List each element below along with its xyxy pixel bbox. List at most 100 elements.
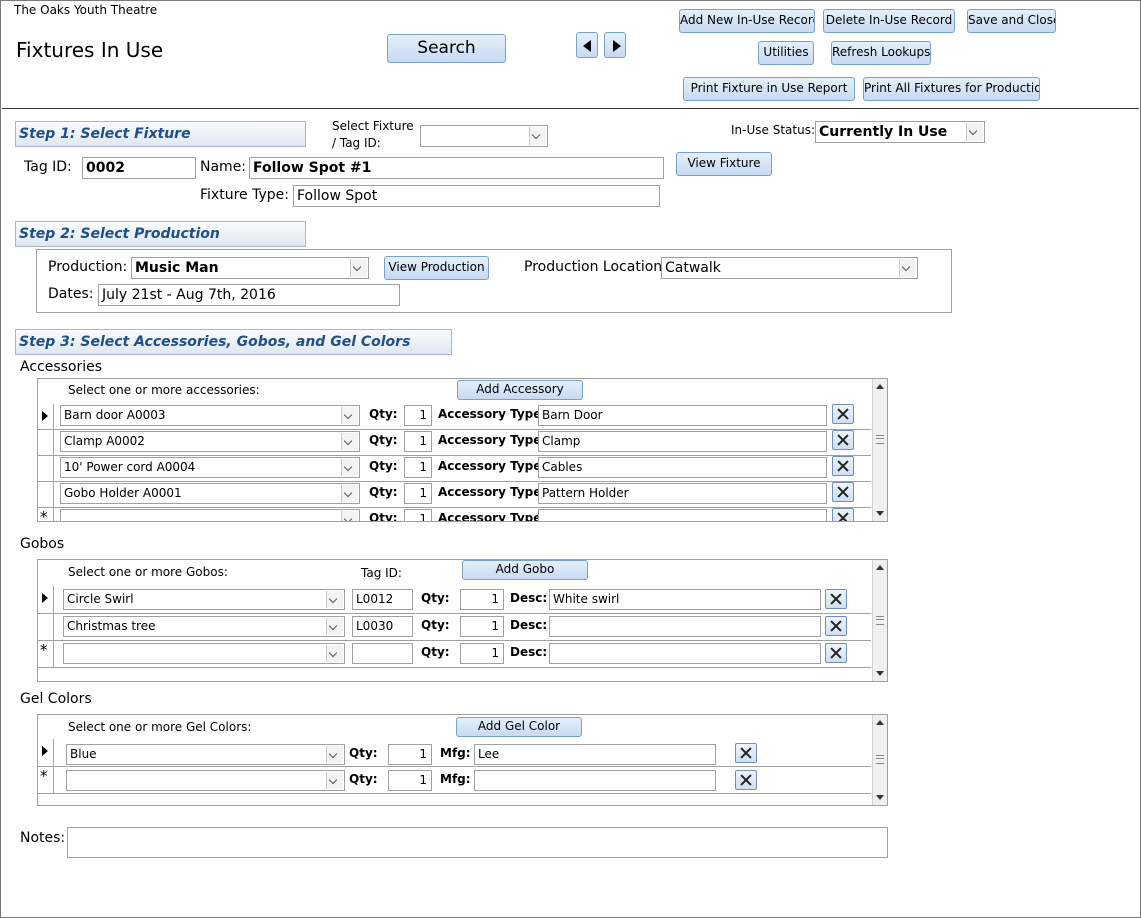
scroll-down-icon[interactable] [876,671,884,676]
mfg-field[interactable]: Lee [474,744,716,765]
delete-row-button[interactable] [832,482,854,502]
mfg-field[interactable] [474,770,716,791]
row-selector[interactable] [38,739,54,766]
tag-id-field[interactable]: 0002 [82,157,196,179]
scroll-down-icon[interactable] [876,795,884,800]
gobo-combo[interactable]: Circle Swirl [63,589,345,610]
scroll-up-icon[interactable] [876,565,884,570]
qty-field[interactable]: 1 [460,589,504,610]
delete-row-button[interactable] [825,589,847,609]
accessory-combo[interactable] [60,509,360,521]
scroll-thumb[interactable] [876,435,884,444]
delete-row-button[interactable] [735,770,757,790]
row-selector[interactable]: * [38,767,54,793]
in-use-status-combo[interactable]: Currently In Use [815,121,985,143]
gobo-combo[interactable] [63,643,345,664]
gobos-scrollbar[interactable] [872,560,887,681]
previous-record-button[interactable] [576,32,598,58]
qty-field[interactable]: 1 [404,457,432,478]
chevron-down-icon[interactable] [341,433,358,450]
gobo-tag-field[interactable]: L0030 [352,616,413,637]
next-record-button[interactable] [604,32,626,58]
chevron-down-icon[interactable] [966,123,983,141]
search-button[interactable]: Search [387,34,506,63]
table-row[interactable]: * Qty: 1 Accessory Type: [38,508,871,521]
qty-field[interactable]: 1 [460,643,504,664]
accessory-type-field[interactable]: Clamp [538,431,827,452]
print-all-fixtures-button[interactable]: Print All Fixtures for Production [863,77,1040,101]
production-location-combo[interactable]: Catwalk [661,257,918,279]
accessory-type-field[interactable]: Cables [538,457,827,478]
row-selector[interactable] [38,586,54,613]
dates-field[interactable]: July 21st - Aug 7th, 2016 [98,284,400,306]
chevron-down-icon[interactable] [341,511,358,521]
chevron-down-icon[interactable] [326,746,343,763]
delete-row-button[interactable] [825,643,847,663]
accessory-type-field[interactable] [538,509,827,521]
print-fixture-report-button[interactable]: Print Fixture in Use Report [683,77,855,101]
qty-field[interactable]: 1 [460,616,504,637]
delete-row-button[interactable] [832,404,854,424]
desc-field[interactable]: White swirl [549,589,821,610]
scroll-thumb[interactable] [876,755,884,764]
qty-field[interactable]: 1 [404,483,432,504]
row-selector[interactable]: * [38,508,54,521]
row-selector[interactable] [38,614,54,640]
delete-record-button[interactable]: Delete In-Use Record [823,9,955,33]
chevron-down-icon[interactable] [341,407,358,424]
save-close-button[interactable]: Save and Close [967,9,1056,33]
delete-row-button[interactable] [832,456,854,476]
delete-row-button[interactable] [832,430,854,450]
chevron-down-icon[interactable] [529,127,546,145]
chevron-down-icon[interactable] [341,485,358,502]
chevron-down-icon[interactable] [326,772,343,789]
qty-field[interactable]: 1 [404,405,432,426]
chevron-down-icon[interactable] [350,259,367,277]
row-selector[interactable] [38,456,54,481]
fixture-type-field[interactable]: Follow Spot [293,185,660,207]
add-new-record-button[interactable]: Add New In-Use Record [679,9,815,33]
gels-scrollbar[interactable] [872,715,887,805]
scroll-up-icon[interactable] [876,384,884,389]
qty-field[interactable]: 1 [404,509,432,521]
refresh-lookups-button[interactable]: Refresh Lookups [831,41,931,65]
accessory-combo[interactable]: Gobo Holder A0001 [60,483,360,504]
accessory-combo[interactable]: 10' Power cord A0004 [60,457,360,478]
chevron-down-icon[interactable] [341,459,358,476]
accessory-type-field[interactable]: Pattern Holder [538,483,827,504]
desc-field[interactable] [549,643,821,664]
delete-row-button[interactable] [832,508,854,521]
qty-field[interactable]: 1 [404,431,432,452]
add-accessory-button[interactable]: Add Accessory [457,380,583,400]
qty-field[interactable]: 1 [388,770,432,791]
chevron-down-icon[interactable] [326,618,343,635]
scroll-up-icon[interactable] [876,720,884,725]
name-field[interactable]: Follow Spot #1 [249,157,664,179]
row-selector[interactable] [38,430,54,455]
qty-field[interactable]: 1 [388,744,432,765]
gobo-combo[interactable]: Christmas tree [63,616,345,637]
view-production-button[interactable]: View Production [384,256,489,280]
accessories-scrollbar[interactable] [872,379,887,521]
accessory-type-field[interactable]: Barn Door [538,405,827,426]
chevron-down-icon[interactable] [326,645,343,662]
add-gobo-button[interactable]: Add Gobo [462,560,588,580]
gobo-tag-field[interactable] [352,643,413,664]
scroll-thumb[interactable] [876,616,884,625]
select-fixture-combo[interactable] [420,125,548,147]
gel-color-combo[interactable]: Blue [66,744,345,765]
delete-row-button[interactable] [735,743,757,763]
desc-field[interactable] [549,616,821,637]
production-combo[interactable]: Music Man [131,257,369,279]
chevron-down-icon[interactable] [899,259,916,277]
gel-color-combo[interactable] [66,770,345,791]
accessory-combo[interactable]: Barn door A0003 [60,405,360,426]
gobo-tag-field[interactable]: L0012 [352,589,413,610]
view-fixture-button[interactable]: View Fixture [676,152,772,176]
delete-row-button[interactable] [825,616,847,636]
add-gel-color-button[interactable]: Add Gel Color [456,717,582,737]
accessory-combo[interactable]: Clamp A0002 [60,431,360,452]
scroll-down-icon[interactable] [876,511,884,516]
chevron-down-icon[interactable] [326,591,343,608]
row-selector[interactable] [38,482,54,507]
